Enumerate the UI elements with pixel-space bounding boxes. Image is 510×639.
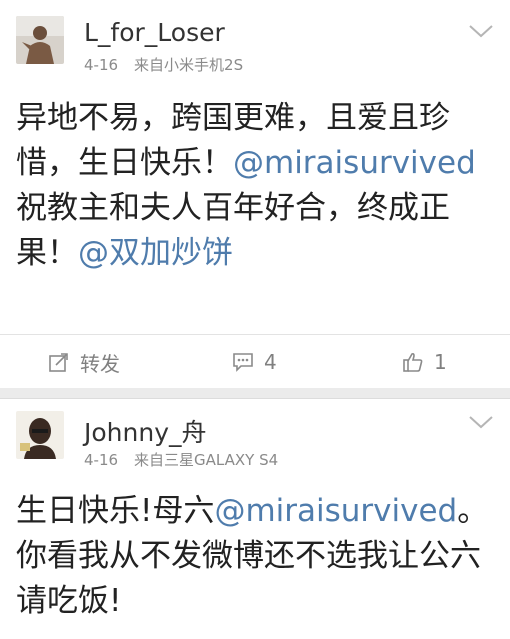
repost-label: 转发: [80, 351, 120, 376]
post-source: 来自三星GALAXY S4: [134, 451, 279, 469]
avatar[interactable]: [16, 16, 64, 64]
like-count: 1: [434, 350, 447, 374]
mention-link[interactable]: @miraisurvived: [214, 493, 457, 529]
post-source: 来自小米手机2S: [134, 56, 244, 74]
chevron-down-icon[interactable]: [468, 413, 494, 431]
post-meta: 4-16 来自小米手机2S: [84, 54, 243, 75]
username[interactable]: Johnny_舟: [84, 413, 207, 449]
repost-icon: [49, 353, 68, 372]
avatar[interactable]: [16, 411, 64, 459]
username[interactable]: L_for_Loser: [84, 18, 225, 47]
post-text: 异地不易，跨国更难，且爱且珍惜，生日快乐！@miraisurvived 祝教主和…: [16, 96, 492, 276]
post-meta: 4-16 来自三星GALAXY S4: [84, 449, 278, 470]
comment-icon: [233, 353, 253, 372]
post-card[interactable]: Johnny_舟 4-16 来自三星GALAXY S4 生日快乐!母六@mirai…: [0, 398, 510, 639]
comment-count: 4: [264, 350, 277, 374]
mention-link[interactable]: @miraisurvived: [233, 145, 476, 181]
post-date: 4-16: [84, 56, 119, 74]
repost-button[interactable]: 转发: [48, 349, 120, 376]
post-card[interactable]: L_for_Loser 4-16 来自小米手机2S 异地不易，跨国更难，且爱且珍惜…: [0, 0, 510, 388]
post-date: 4-16: [84, 451, 119, 469]
post-text: 生日快乐!母六@miraisurvived。你看我从不发微博还不选我让公六请吃饭…: [16, 489, 492, 624]
post-text-part: 生日快乐!母六: [16, 493, 215, 529]
chevron-down-icon[interactable]: [468, 22, 494, 40]
like-button[interactable]: 1: [402, 349, 447, 375]
action-bar: 转发 4 1: [0, 334, 510, 389]
like-icon: [403, 352, 423, 372]
comment-button[interactable]: 4: [232, 349, 277, 375]
mention-link[interactable]: @双加炒饼: [78, 235, 233, 271]
